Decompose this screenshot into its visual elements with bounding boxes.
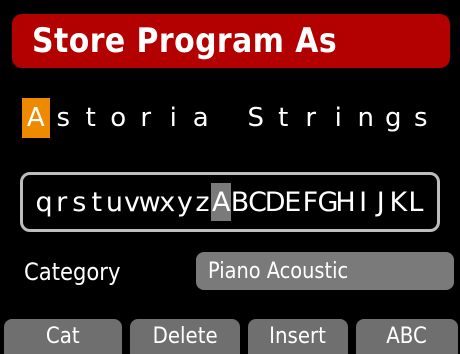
picker-char[interactable]: E (284, 183, 302, 221)
name-char[interactable]: t (77, 98, 105, 138)
abc-button[interactable]: ABC (356, 319, 458, 354)
abc-button-label: ABC (386, 324, 428, 349)
name-char[interactable]: r (132, 98, 160, 138)
picker-char[interactable]: u (106, 183, 124, 221)
category-value: Piano Acoustic (208, 258, 349, 284)
picker-char[interactable]: x (158, 183, 176, 221)
picker-char[interactable]: s (70, 183, 88, 221)
cat-button-label: Cat (46, 324, 80, 349)
name-char[interactable]: t (270, 98, 298, 138)
picker-char[interactable]: t (88, 183, 106, 221)
picker-char[interactable]: z (194, 183, 212, 221)
cat-button[interactable]: Cat (4, 319, 122, 354)
picker-char[interactable]: q (35, 183, 53, 221)
name-char[interactable]: s (50, 98, 78, 138)
picker-char[interactable]: w (139, 183, 161, 221)
picker-char[interactable]: G (318, 183, 339, 221)
picker-char-selected[interactable]: A (211, 183, 232, 221)
picker-char[interactable]: y (176, 183, 194, 221)
picker-char[interactable]: r (53, 183, 71, 221)
picker-char[interactable]: J (372, 183, 390, 221)
name-char[interactable]: S (242, 98, 270, 138)
title-bar: Store Program As (12, 14, 450, 68)
character-picker[interactable]: qrstuvwxyzABCDEFGHIJKL (20, 172, 440, 232)
delete-button[interactable]: Delete (130, 319, 240, 354)
picker-char[interactable]: C (248, 183, 267, 221)
insert-button-label: Insert (269, 324, 327, 349)
name-char[interactable]: s (407, 98, 435, 138)
name-char[interactable]: i (160, 98, 188, 138)
name-char[interactable]: n (352, 98, 380, 138)
softkey-bar: Cat Delete Insert ABC (4, 319, 460, 354)
name-char[interactable]: i (325, 98, 353, 138)
picker-char[interactable]: D (265, 183, 286, 221)
category-label: Category (24, 258, 121, 286)
name-char[interactable]: o (105, 98, 133, 138)
program-name-editor[interactable]: Astoria Strings (22, 98, 435, 138)
insert-button[interactable]: Insert (248, 319, 348, 354)
picker-char[interactable]: H (335, 183, 355, 221)
picker-char[interactable]: B (231, 183, 250, 221)
character-strip[interactable]: qrstuvwxyzABCDEFGHIJKL (35, 183, 424, 221)
picker-char[interactable]: I (354, 183, 372, 221)
page-title: Store Program As (32, 21, 338, 61)
picker-char[interactable]: L (407, 183, 425, 221)
name-char-cursor[interactable]: A (22, 98, 50, 138)
name-char[interactable]: r (297, 98, 325, 138)
delete-button-label: Delete (152, 324, 218, 349)
name-char[interactable]: g (380, 98, 408, 138)
category-selector[interactable]: Piano Acoustic (196, 252, 454, 290)
name-char[interactable] (215, 98, 243, 138)
name-char[interactable]: a (187, 98, 215, 138)
picker-char[interactable]: K (389, 183, 407, 221)
